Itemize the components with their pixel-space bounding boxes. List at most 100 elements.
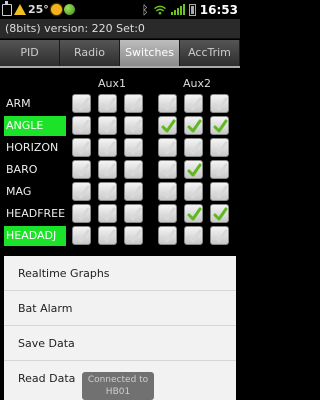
switch-row-arm: ARM	[0, 94, 240, 116]
checkbox-angle-1[interactable]	[72, 116, 91, 135]
check-empty-icon	[161, 97, 176, 111]
checkbox-horizon-3[interactable]	[124, 138, 143, 157]
check-icon	[187, 119, 202, 133]
check-empty-icon	[127, 97, 142, 111]
checkbox-baro-3[interactable]	[124, 160, 143, 179]
checkbox-horizon-2[interactable]	[98, 138, 117, 157]
check-empty-icon	[101, 119, 116, 133]
check-empty-icon	[213, 97, 228, 111]
tab-pid[interactable]: PID	[0, 40, 60, 66]
status-left: 25°	[2, 0, 75, 18]
checkbox-angle-2[interactable]	[98, 116, 117, 135]
bluetooth-icon: ᛒ	[141, 2, 149, 17]
switch-row-headadj: HEADADJ	[0, 226, 240, 248]
checkbox-arm-2[interactable]	[98, 94, 117, 113]
status-right: ᛒ 16:53	[142, 1, 238, 18]
checkbox-arm-6[interactable]	[210, 94, 229, 113]
status-bar: 25° ᛒ 16:53	[0, 0, 240, 19]
checkbox-headfree-4[interactable]	[158, 204, 177, 223]
checkbox-arm-3[interactable]	[124, 94, 143, 113]
tab-switches[interactable]: Switches	[120, 40, 180, 66]
check-empty-icon	[101, 97, 116, 111]
checkbox-angle-6[interactable]	[210, 116, 229, 135]
checkbox-mag-2[interactable]	[98, 182, 117, 201]
checkbox-headfree-2[interactable]	[98, 204, 117, 223]
checkbox-headadj-1[interactable]	[72, 226, 91, 245]
checkbox-angle-5[interactable]	[184, 116, 203, 135]
checkbox-baro-2[interactable]	[98, 160, 117, 179]
checkbox-angle-3[interactable]	[124, 116, 143, 135]
checkbox-headadj-4[interactable]	[158, 226, 177, 245]
check-empty-icon	[187, 185, 202, 199]
toast-message: Connected to HB01	[82, 372, 154, 400]
checkbox-arm-1[interactable]	[72, 94, 91, 113]
check-empty-icon	[127, 141, 142, 155]
check-empty-icon	[75, 141, 90, 155]
check-empty-icon	[75, 163, 90, 177]
check-icon	[213, 207, 228, 221]
check-empty-icon	[187, 141, 202, 155]
checkbox-arm-5[interactable]	[184, 94, 203, 113]
tab-underline	[0, 66, 240, 68]
check-empty-icon	[187, 97, 202, 111]
signal-icon	[170, 4, 185, 15]
app-title-bar: (8bits) version: 220 Set:0	[0, 19, 240, 39]
tab-radio[interactable]: Radio	[60, 40, 120, 66]
clock-text: 16:53	[199, 2, 238, 17]
switch-row-angle: ANGLE	[0, 116, 240, 138]
warning-icon	[14, 4, 26, 15]
checkbox-baro-1[interactable]	[72, 160, 91, 179]
check-empty-icon	[101, 207, 116, 221]
check-empty-icon	[161, 141, 176, 155]
checkbox-horizon-4[interactable]	[158, 138, 177, 157]
check-empty-icon	[127, 229, 142, 243]
check-empty-icon	[101, 141, 116, 155]
check-empty-icon	[213, 163, 228, 177]
checkbox-baro-5[interactable]	[184, 160, 203, 179]
aux1-header: Aux1	[98, 77, 127, 90]
checkbox-headfree-5[interactable]	[184, 204, 203, 223]
checkbox-baro-6[interactable]	[210, 160, 229, 179]
usb-icon	[2, 0, 12, 16]
checkbox-mag-3[interactable]	[124, 182, 143, 201]
menu-item-realtime-graphs[interactable]: Realtime Graphs	[4, 256, 236, 291]
checkbox-mag-4[interactable]	[158, 182, 177, 201]
checkbox-headadj-2[interactable]	[98, 226, 117, 245]
check-empty-icon	[187, 229, 202, 243]
checkbox-headfree-3[interactable]	[124, 204, 143, 223]
check-empty-icon	[101, 185, 116, 199]
switch-label-headadj: HEADADJ	[4, 226, 66, 246]
checkbox-mag-6[interactable]	[210, 182, 229, 201]
menu-item-bat-alarm[interactable]: Bat Alarm	[4, 291, 236, 326]
aux2-header: Aux2	[183, 77, 212, 90]
checkbox-horizon-1[interactable]	[72, 138, 91, 157]
checkbox-horizon-6[interactable]	[210, 138, 229, 157]
check-empty-icon	[75, 185, 90, 199]
switch-row-baro: BARO	[0, 160, 240, 182]
wifi-icon	[153, 5, 166, 15]
checkbox-angle-4[interactable]	[158, 116, 177, 135]
check-empty-icon	[213, 185, 228, 199]
check-empty-icon	[101, 229, 116, 243]
switch-label-baro: BARO	[6, 163, 38, 176]
checkbox-horizon-5[interactable]	[184, 138, 203, 157]
checkbox-arm-4[interactable]	[158, 94, 177, 113]
check-empty-icon	[75, 119, 90, 133]
checkbox-headadj-5[interactable]	[184, 226, 203, 245]
switch-label-horizon: HORIZON	[6, 141, 59, 154]
check-empty-icon	[161, 229, 176, 243]
checkbox-headadj-6[interactable]	[210, 226, 229, 245]
check-empty-icon	[127, 163, 142, 177]
checkbox-mag-1[interactable]	[72, 182, 91, 201]
tab-acctrim[interactable]: AccTrim	[180, 40, 240, 66]
menu-item-save-data[interactable]: Save Data	[4, 326, 236, 361]
check-empty-icon	[161, 163, 176, 177]
checkbox-headfree-1[interactable]	[72, 204, 91, 223]
switch-row-horizon: HORIZON	[0, 138, 240, 160]
checkbox-headadj-3[interactable]	[124, 226, 143, 245]
checkbox-baro-4[interactable]	[158, 160, 177, 179]
checkbox-headfree-6[interactable]	[210, 204, 229, 223]
check-empty-icon	[127, 119, 142, 133]
check-empty-icon	[75, 207, 90, 221]
checkbox-mag-5[interactable]	[184, 182, 203, 201]
